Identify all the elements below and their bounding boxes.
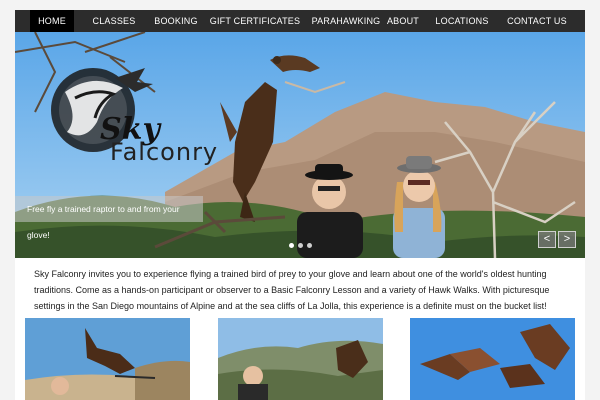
intro-paragraph: Sky Falconry invites you to experience f… bbox=[34, 269, 550, 311]
thumbnail-2[interactable] bbox=[218, 318, 383, 400]
arrow-right-icon: > bbox=[563, 233, 571, 245]
nav-contact-us[interactable]: CONTACT US bbox=[502, 10, 572, 32]
slider-dot-3[interactable] bbox=[307, 243, 312, 248]
nav-parahawking[interactable]: PARAHAWKING bbox=[298, 10, 394, 32]
nav-home[interactable]: HOME bbox=[30, 10, 74, 32]
slider-dot-1[interactable] bbox=[289, 243, 294, 248]
arrow-left-icon: < bbox=[543, 233, 551, 245]
slider-prev-button[interactable]: < bbox=[538, 231, 556, 248]
slider-dot-2[interactable] bbox=[298, 243, 303, 248]
thumbnail-3-image bbox=[410, 318, 575, 400]
nav-locations[interactable]: LOCATIONS bbox=[430, 10, 494, 32]
thumbnail-2-image bbox=[218, 318, 383, 400]
thumbnail-3[interactable] bbox=[410, 318, 575, 400]
logo-word-falconry: Falconry bbox=[110, 138, 219, 166]
nav-gift-certificates[interactable]: GIFT CERTIFICATES bbox=[200, 10, 310, 32]
thumbnail-1-image bbox=[25, 318, 190, 400]
logo[interactable]: Sky Falconry bbox=[70, 112, 240, 167]
slider-next-button[interactable]: > bbox=[558, 231, 576, 248]
main-nav: HOME CLASSES BOOKING GIFT CERTIFICATES P… bbox=[15, 10, 585, 32]
slider-caption: Free fly a trained raptor to and from yo… bbox=[15, 196, 203, 240]
thumbnail-1[interactable] bbox=[25, 318, 190, 400]
nav-about[interactable]: ABOUT bbox=[381, 10, 425, 32]
